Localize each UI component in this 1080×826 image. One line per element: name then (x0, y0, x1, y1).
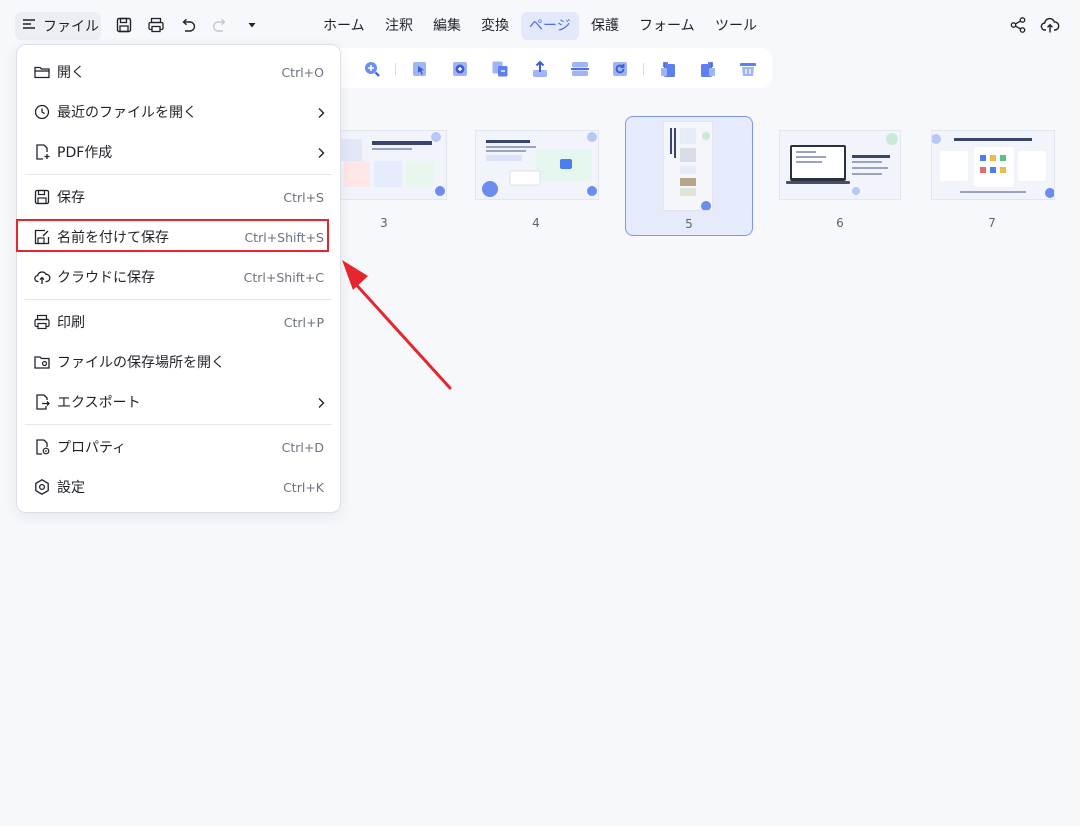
menu-item-label: 名前を付けて保存 (57, 230, 169, 246)
folder-location-icon (33, 353, 51, 371)
export-page-icon[interactable] (530, 59, 550, 79)
properties-icon (33, 438, 51, 456)
menu-item-print[interactable]: 印刷 Ctrl+P (17, 304, 340, 340)
rotate-page-icon[interactable] (610, 59, 630, 79)
menu-item-properties[interactable]: プロパティ Ctrl+D (17, 429, 340, 465)
cloud-save-icon (33, 268, 51, 286)
tab-edit[interactable]: 編集 (425, 12, 469, 40)
chevron-right-icon (314, 105, 328, 119)
toolbar-divider (643, 63, 644, 75)
page-number: 6 (836, 216, 844, 230)
menu-item-label: 設定 (57, 480, 85, 496)
page-thumbnail-image (780, 131, 900, 199)
tab-tools[interactable]: ツール (707, 12, 765, 40)
export-icon (33, 393, 51, 411)
thumbnail-5[interactable]: 5 (625, 116, 753, 236)
split-page-icon[interactable] (570, 59, 590, 79)
file-dropdown-menu: 開く Ctrl+O 最近のファイルを開く PDF作成 保存 Ctrl+S 名前を… (16, 44, 341, 513)
print-icon[interactable] (147, 16, 165, 34)
tab-annotate[interactable]: 注釈 (377, 12, 421, 40)
new-file-icon (33, 143, 51, 161)
menu-item-label: エクスポート (57, 395, 141, 411)
menu-item-open-file-location[interactable]: ファイルの保存場所を開く (17, 344, 340, 380)
clock-icon (33, 103, 51, 121)
chevron-right-icon (314, 395, 328, 409)
menu-item-shortcut: Ctrl+S (283, 189, 324, 205)
chevron-right-icon (314, 145, 328, 159)
page-thumbnail-image (338, 131, 446, 199)
annotation-arrow-icon (342, 260, 452, 390)
page-thumbnail-image (664, 122, 712, 210)
replace-page-icon[interactable] (490, 59, 510, 79)
page-thumbnail-image (476, 131, 598, 199)
menu-item-shortcut: Ctrl+D (281, 439, 324, 455)
toolbar-divider (395, 63, 396, 75)
menu-item-export[interactable]: エクスポート (17, 384, 340, 420)
file-menu-label: ファイル (43, 19, 99, 35)
menu-item-shortcut: Ctrl+K (283, 479, 324, 495)
rotate-left-icon[interactable] (658, 59, 678, 79)
menu-item-settings[interactable]: 設定 Ctrl+K (17, 469, 340, 505)
menu-item-recent-files[interactable]: 最近のファイルを開く (17, 94, 340, 130)
folder-open-icon (33, 63, 51, 81)
extract-page-icon[interactable] (410, 59, 430, 79)
delete-page-icon[interactable] (738, 59, 758, 79)
save-as-icon (33, 228, 51, 246)
menu-item-save[interactable]: 保存 Ctrl+S (17, 179, 340, 215)
menu-divider (25, 174, 332, 175)
tab-home[interactable]: ホーム (315, 12, 373, 40)
menu-item-label: クラウドに保存 (57, 270, 155, 286)
menu-item-label: PDF作成 (57, 145, 113, 161)
share-icon[interactable] (1008, 15, 1028, 35)
insert-page-icon[interactable] (450, 59, 470, 79)
menu-item-label: 印刷 (57, 315, 85, 331)
tab-form[interactable]: フォーム (631, 12, 703, 40)
page-number: 7 (988, 216, 996, 230)
menu-item-save-to-cloud[interactable]: クラウドに保存 Ctrl+Shift+C (17, 259, 340, 295)
menu-item-shortcut: Ctrl+Shift+C (243, 269, 324, 285)
more-dropdown-icon[interactable] (243, 16, 261, 34)
settings-icon (33, 478, 51, 496)
tab-convert[interactable]: 変換 (473, 12, 517, 40)
menu-divider (25, 299, 332, 300)
menu-item-label: ファイルの保存場所を開く (57, 355, 225, 371)
tab-protect[interactable]: 保護 (583, 12, 627, 40)
page-number: 3 (380, 216, 388, 230)
page-thumbnail-image (932, 131, 1054, 199)
menu-item-open[interactable]: 開く Ctrl+O (17, 54, 340, 90)
save-icon[interactable] (115, 16, 133, 34)
menu-item-shortcut: Ctrl+Shift+S (244, 229, 324, 245)
print-icon (33, 313, 51, 331)
rotate-right-icon[interactable] (698, 59, 718, 79)
menu-item-save-as[interactable]: 名前を付けて保存 Ctrl+Shift+S (17, 219, 340, 255)
undo-icon[interactable] (179, 16, 197, 34)
hamburger-icon (21, 16, 37, 36)
redo-icon[interactable] (211, 16, 229, 34)
zoom-in-icon[interactable] (362, 59, 382, 79)
page-number: 5 (685, 217, 693, 231)
menu-divider (25, 424, 332, 425)
save-icon (33, 188, 51, 206)
menu-item-label: プロパティ (57, 440, 127, 456)
menu-item-label: 保存 (57, 190, 85, 206)
file-menu-button[interactable]: ファイル (15, 12, 101, 40)
menu-item-label: 最近のファイルを開く (57, 105, 197, 121)
menu-item-shortcut: Ctrl+O (281, 64, 324, 80)
tab-page[interactable]: ページ (521, 12, 579, 40)
page-number: 4 (532, 216, 540, 230)
menu-item-label: 開く (57, 65, 85, 81)
menu-item-create-pdf[interactable]: PDF作成 (17, 134, 340, 170)
cloud-upload-icon[interactable] (1040, 15, 1060, 35)
menu-item-shortcut: Ctrl+P (283, 314, 324, 330)
